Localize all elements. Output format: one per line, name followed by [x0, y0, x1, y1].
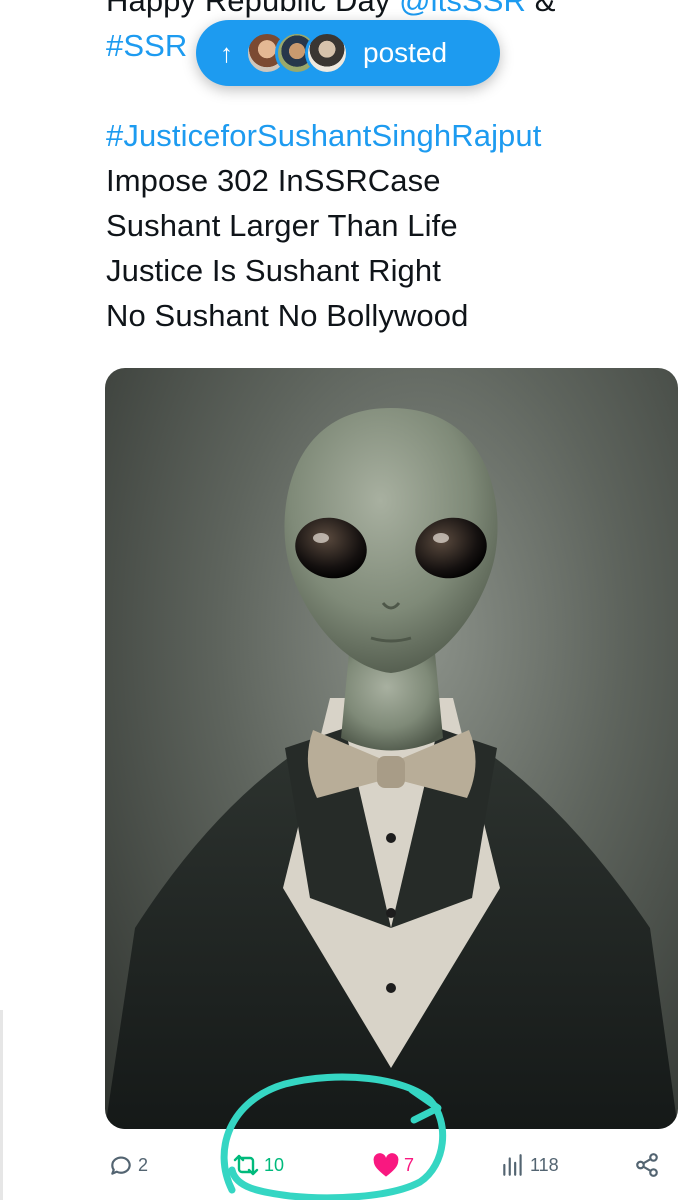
- pill-label: posted: [363, 37, 448, 68]
- retweet-button[interactable]: 10: [232, 1142, 284, 1188]
- tweet-line-5: Sushant Larger Than Life: [106, 208, 458, 243]
- heart-icon: [372, 1152, 400, 1178]
- retweet-icon: [232, 1152, 260, 1178]
- tweet-media-image[interactable]: [105, 368, 678, 1129]
- share-icon: [634, 1152, 660, 1178]
- avatar: [305, 31, 349, 75]
- tweet-line-4: Impose 302 InSSRCase: [106, 163, 441, 198]
- like-count: 7: [404, 1154, 415, 1175]
- up-arrow-icon: ↑: [220, 37, 233, 68]
- tweet-line-3: #JusticeforSushantSinghRajput: [106, 113, 686, 158]
- reply-count: 2: [138, 1154, 149, 1175]
- tweet-line-7: No Sushant No Bollywood: [106, 298, 469, 333]
- tweet-actions: 2 10 7 118: [0, 1142, 698, 1188]
- hashtag-link[interactable]: #JusticeforSushantSinghRajput: [106, 118, 541, 153]
- reply-button[interactable]: 2: [108, 1142, 148, 1188]
- new-posts-pill[interactable]: ↑ posted: [196, 20, 500, 86]
- share-button[interactable]: [634, 1142, 660, 1188]
- views-button[interactable]: 118: [500, 1142, 559, 1188]
- hashtag-link[interactable]: #SSR: [106, 28, 187, 63]
- mention-link[interactable]: @itsSSR: [399, 0, 526, 18]
- alien-in-tuxedo-image: [105, 408, 678, 1129]
- tweet-line-6: Justice Is Sushant Right: [106, 253, 441, 288]
- avatar-stack: [245, 31, 349, 75]
- retweet-count: 10: [264, 1154, 285, 1175]
- like-button[interactable]: 7: [372, 1142, 414, 1188]
- views-icon: [500, 1152, 526, 1178]
- reply-icon: [108, 1152, 134, 1178]
- view-count: 118: [530, 1154, 559, 1175]
